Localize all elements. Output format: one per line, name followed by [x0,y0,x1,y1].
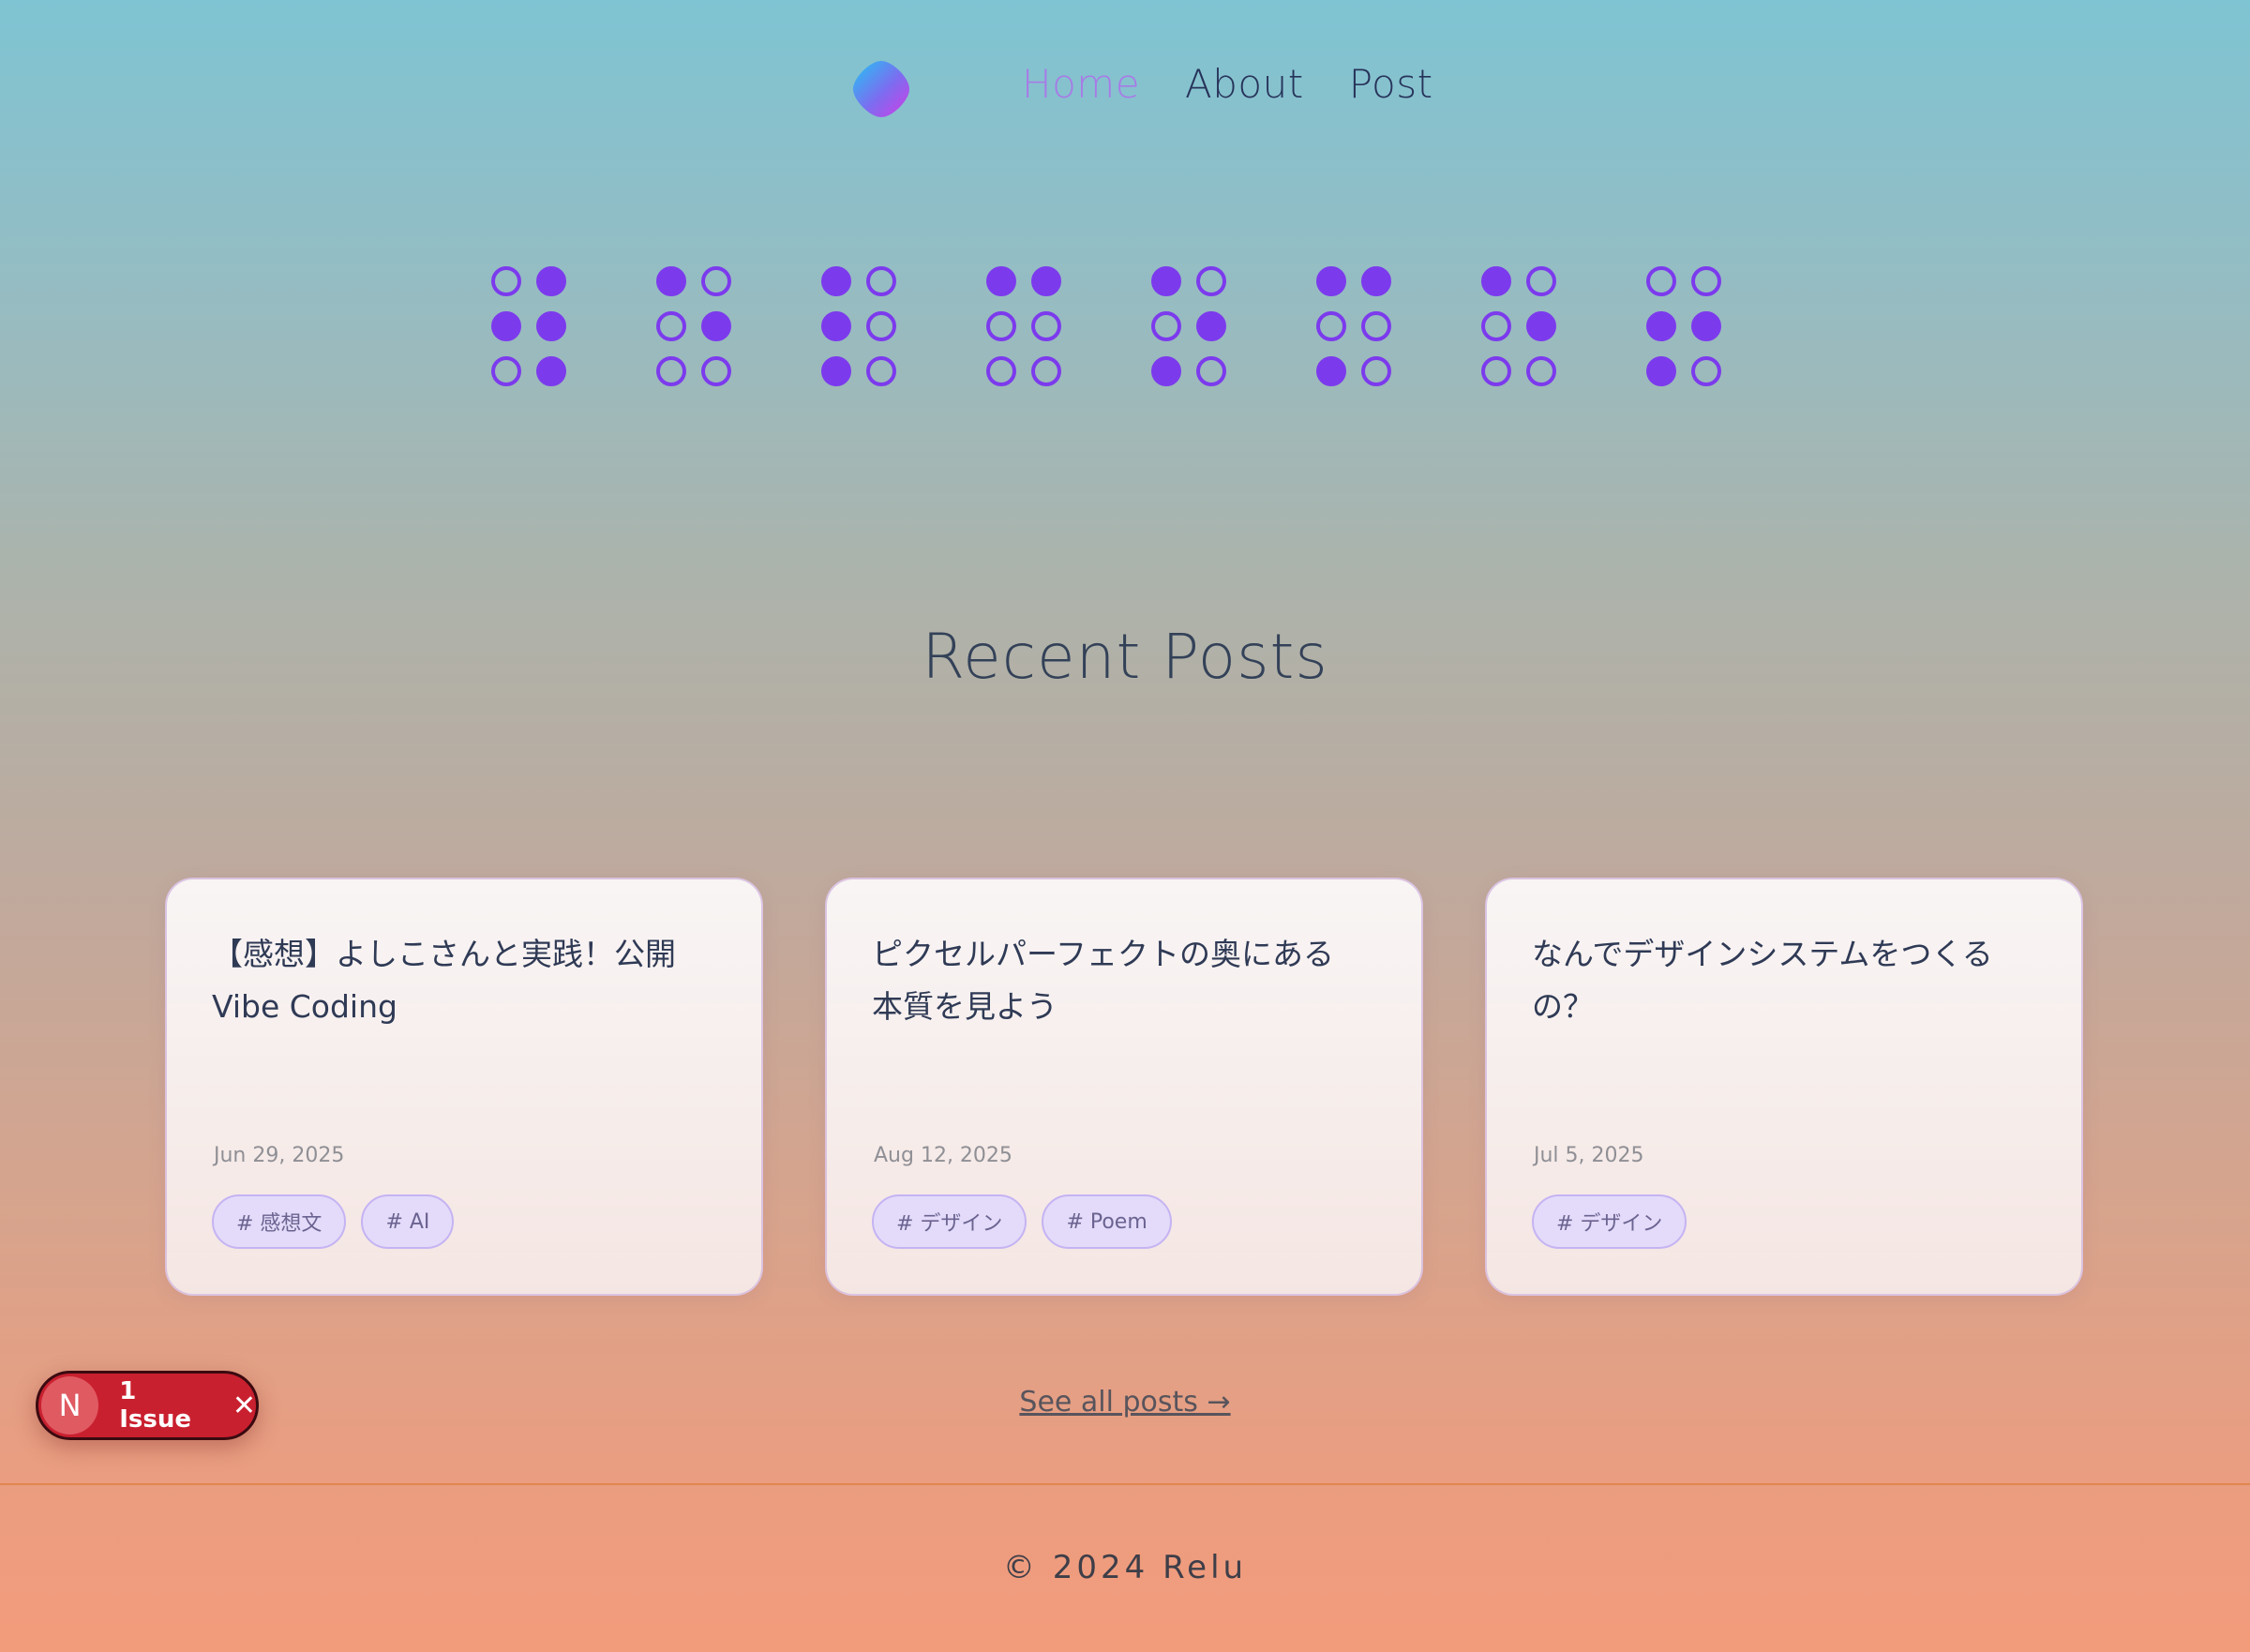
braille-dot-empty [1526,356,1556,386]
braille-dot-empty [701,356,731,386]
braille-dot-empty [1361,311,1391,341]
issue-badge-button[interactable]: N 1 Issue ✕ [36,1371,259,1440]
braille-dot-empty [491,356,521,386]
braille-dot-empty [1646,266,1676,296]
post-card-tags: # デザイン [1532,1194,1688,1249]
post-card-list: 【感想】よしこさんと実践！公開 Vibe Coding Jun 29, 2025… [165,878,2083,1296]
close-icon[interactable]: ✕ [232,1389,256,1422]
post-card[interactable]: 【感想】よしこさんと実践！公開 Vibe Coding Jun 29, 2025… [165,878,763,1296]
braille-dot-filled [701,311,731,341]
braille-dot-empty [986,311,1016,341]
braille-dot-empty [491,266,521,296]
braille-dot-filled [1646,311,1676,341]
post-card-date: Jun 29, 2025 [214,1144,345,1167]
see-all-container: See all posts → [0,1386,2250,1419]
braille-dot-filled [536,266,566,296]
copyright-text: © 2024 Relu [1002,1549,1248,1586]
post-card-date: Jul 5, 2025 [1534,1144,1644,1167]
site-header: Home About Post [0,52,2250,127]
braille-hero [491,266,1721,386]
braille-dot-filled [536,311,566,341]
braille-dot-filled [656,266,686,296]
braille-cell [1481,266,1556,386]
braille-dot-filled [1316,266,1346,296]
site-footer: © 2024 Relu [0,1483,2250,1652]
nextjs-logo-icon: N [41,1376,99,1434]
braille-dot-empty [1481,356,1511,386]
tag-pill[interactable]: # AI [361,1194,455,1249]
braille-cell [1646,266,1721,386]
braille-cell [1151,266,1226,386]
recent-posts-heading: Recent Posts [922,621,1328,693]
braille-dot-empty [656,356,686,386]
tag-pill[interactable]: # デザイン [872,1194,1028,1249]
braille-dot-empty [1481,311,1511,341]
nav-home-link[interactable]: Home [1022,61,1140,107]
braille-dot-filled [821,311,851,341]
post-card-tags: # デザイン # Poem [872,1194,1172,1249]
logo-icon[interactable] [851,59,911,119]
braille-dot-empty [1691,356,1721,386]
braille-dot-empty [866,266,896,296]
braille-dot-filled [1031,266,1061,296]
tag-pill[interactable]: # Poem [1042,1194,1172,1249]
braille-dot-empty [986,356,1016,386]
braille-cell [821,266,896,386]
braille-dot-empty [1526,266,1556,296]
braille-dot-empty [866,311,896,341]
braille-dot-empty [1151,311,1181,341]
braille-dot-empty [1691,266,1721,296]
nav-about-link[interactable]: About [1185,61,1304,107]
braille-dot-empty [1196,356,1226,386]
post-card[interactable]: なんでデザインシステムをつくるの？ Jul 5, 2025 # デザイン [1485,878,2083,1296]
braille-dot-filled [821,356,851,386]
braille-cell [986,266,1061,386]
braille-dot-filled [986,266,1016,296]
post-card-title[interactable]: なんでデザインシステムをつくるの？ [1532,928,2019,1033]
tag-pill[interactable]: # デザイン [1532,1194,1688,1249]
braille-dot-filled [1646,356,1676,386]
braille-cell [1316,266,1391,386]
braille-dot-empty [701,266,731,296]
braille-dot-empty [656,311,686,341]
braille-dot-filled [1151,266,1181,296]
main-nav: Home About Post [1022,61,1433,107]
braille-dot-filled [491,311,521,341]
braille-cell [491,266,566,386]
post-card-date: Aug 12, 2025 [874,1144,1012,1167]
braille-dot-empty [1031,356,1061,386]
issue-count-label: 1 Issue [119,1377,192,1434]
tag-pill[interactable]: # 感想文 [212,1194,347,1249]
braille-dot-filled [1526,311,1556,341]
braille-dot-filled [1196,311,1226,341]
braille-dot-filled [821,266,851,296]
braille-dot-filled [1151,356,1181,386]
see-all-posts-link[interactable]: See all posts → [1019,1386,1230,1419]
post-card[interactable]: ピクセルパーフェクトの奥にある本質を見よう Aug 12, 2025 # デザイ… [825,878,1423,1296]
braille-dot-empty [866,356,896,386]
braille-dot-filled [1361,266,1391,296]
post-card-title[interactable]: 【感想】よしこさんと実践！公開 Vibe Coding [212,928,699,1033]
braille-dot-filled [536,356,566,386]
post-card-title[interactable]: ピクセルパーフェクトの奥にある本質を見よう [872,928,1359,1033]
braille-cell [656,266,731,386]
braille-dot-empty [1196,266,1226,296]
post-card-tags: # 感想文 # AI [212,1194,455,1249]
braille-dot-empty [1031,311,1061,341]
nav-post-link[interactable]: Post [1349,61,1433,107]
braille-dot-empty [1316,311,1346,341]
braille-dot-filled [1691,311,1721,341]
braille-dot-filled [1481,266,1511,296]
braille-dot-filled [1316,356,1346,386]
braille-dot-empty [1361,356,1391,386]
